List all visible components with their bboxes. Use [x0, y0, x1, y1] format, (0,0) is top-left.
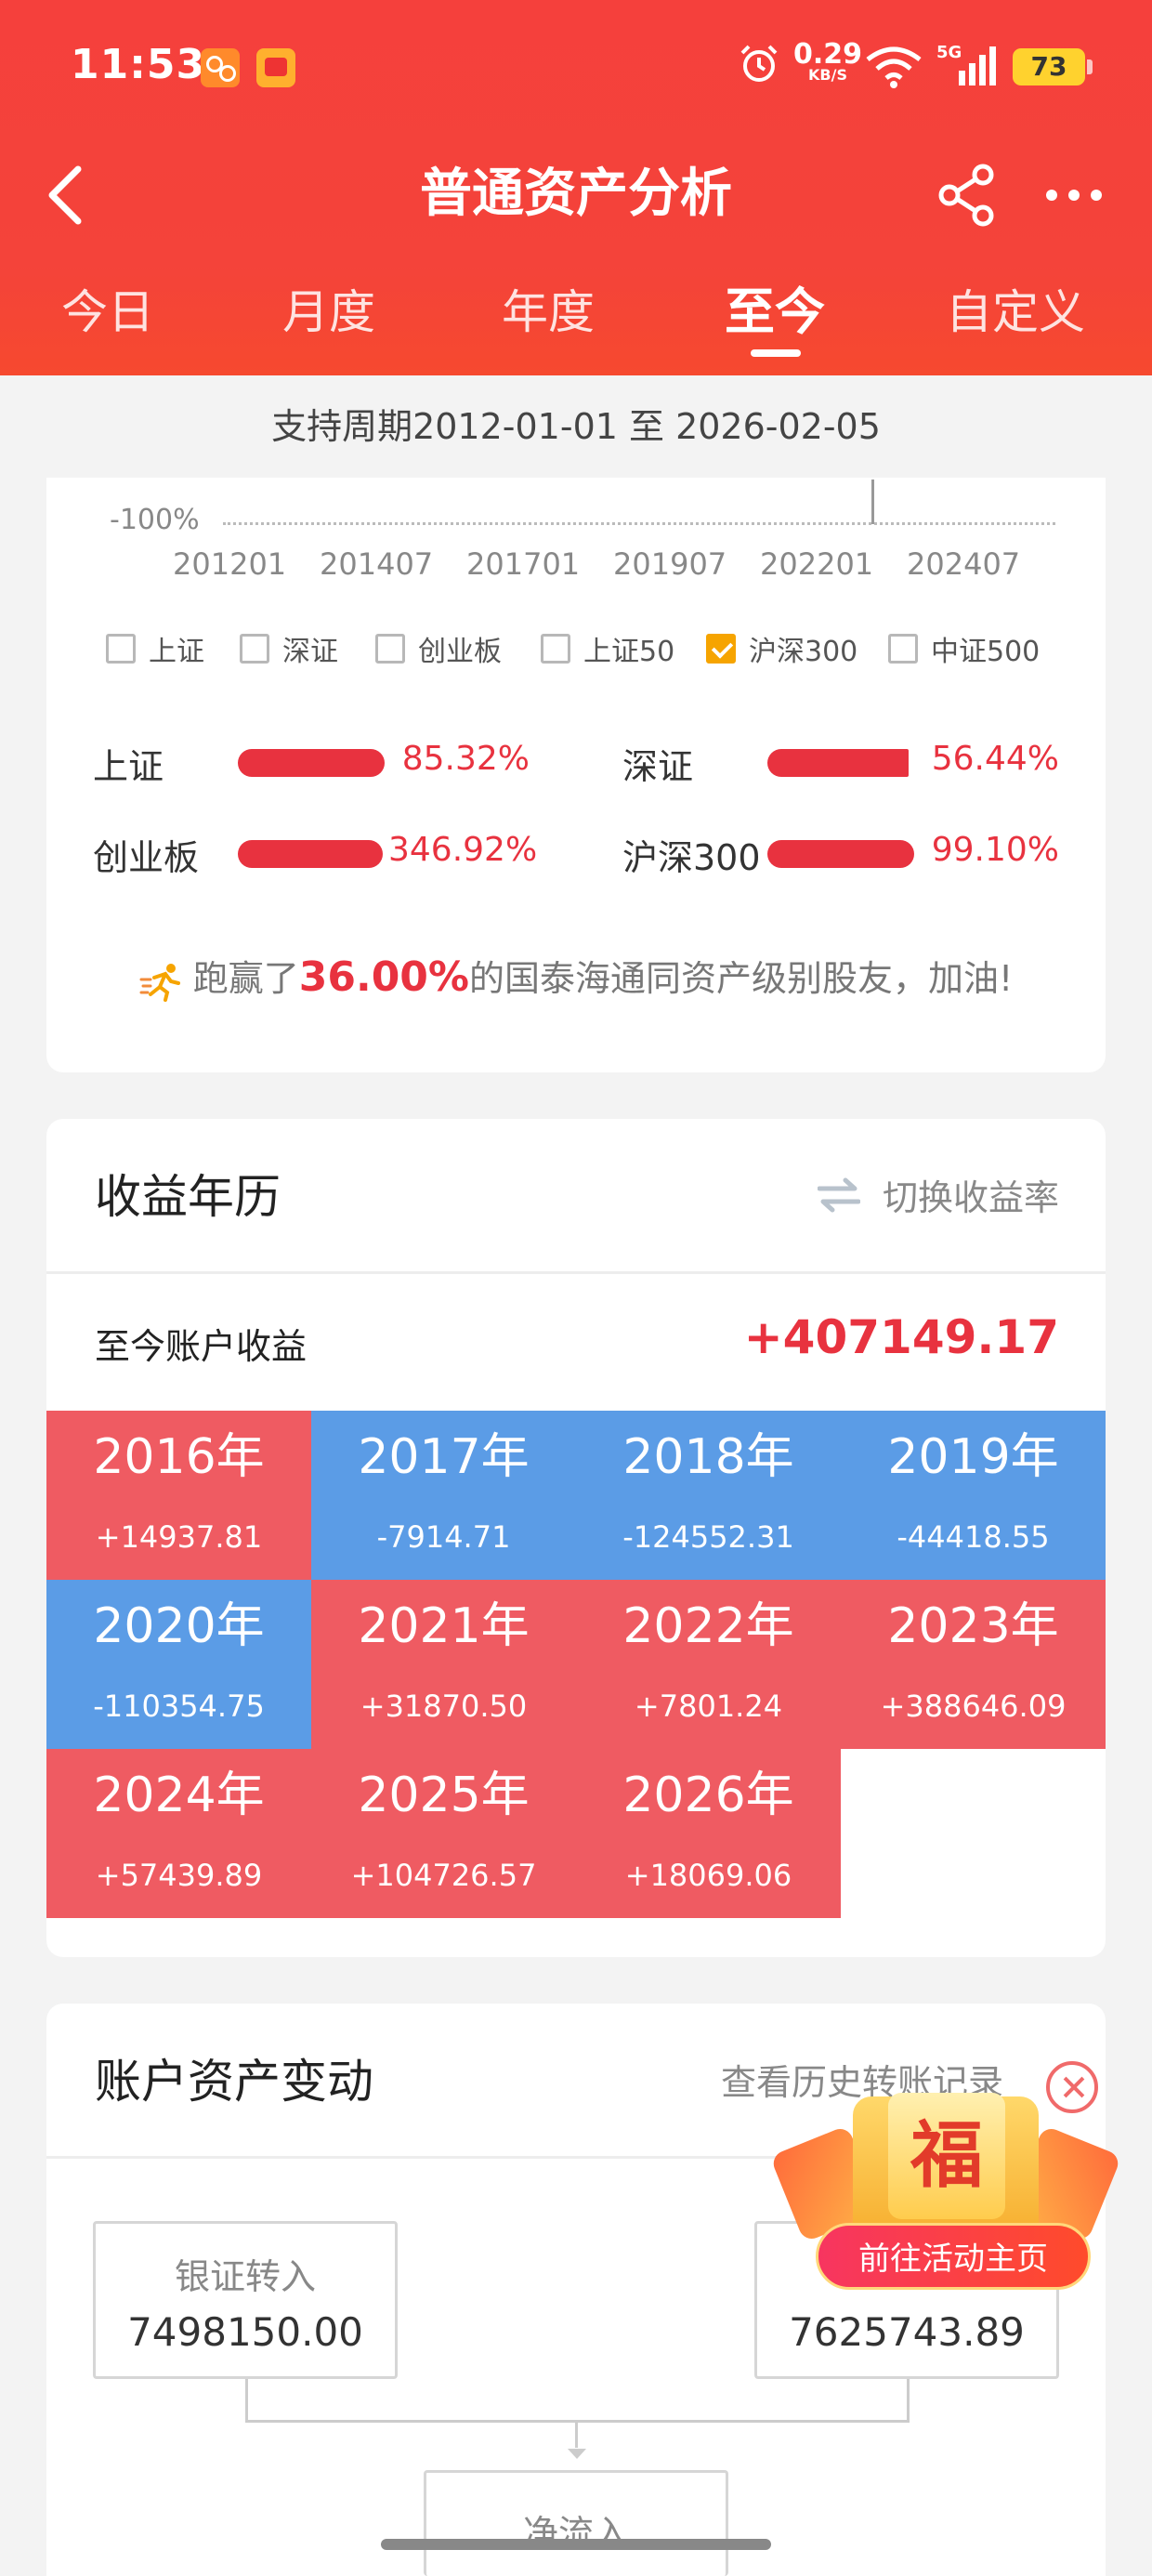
beat-peers-message: 跑赢了36.00%的国泰海通同资产级别股友，加油!: [0, 950, 1152, 1002]
calendar-title: 收益年历: [95, 1170, 281, 1224]
go-activity-button[interactable]: 前往活动主页: [816, 2223, 1091, 2290]
chart-x-tick: 201701: [466, 546, 581, 582]
top-header: 11:53 0.29 KB/S 5G 73 普通资产分析 今日 月度 年度 至今…: [0, 0, 1152, 375]
legend-item-chinext[interactable]: 创业板: [375, 628, 502, 669]
year-cell[interactable]: 2018年 -124552.31: [576, 1411, 841, 1580]
year-cell[interactable]: 2020年 -110354.75: [46, 1580, 311, 1749]
total-profit-label: 至今账户收益: [95, 1326, 308, 1367]
net-inflow-box: 净流入: [424, 2470, 728, 2576]
checkbox[interactable]: [106, 634, 136, 664]
year-cell[interactable]: 2024年 +57439.89: [46, 1749, 311, 1918]
index-return-bar: [767, 840, 914, 868]
chart-x-tick: 202201: [760, 546, 874, 582]
tab-monthly[interactable]: 月度: [282, 283, 375, 342]
index-return-value: 56.44%: [931, 740, 1059, 778]
index-return-bar: [238, 749, 385, 777]
legend-item-shenzhen[interactable]: 深证: [240, 628, 338, 669]
profit-calendar-card: 收益年历 切换收益率 至今账户收益 +407149.17 2016年 +14937…: [46, 1119, 1106, 1957]
close-icon[interactable]: [1046, 2061, 1098, 2113]
share-icon[interactable]: [933, 162, 1000, 229]
index-return-bar: [238, 840, 383, 868]
year-cell[interactable]: 2017年 -7914.71: [311, 1411, 576, 1580]
switch-arrows-icon: [817, 1177, 860, 1212]
status-bar: 11:53 0.29 KB/S 5G 73: [0, 0, 1152, 139]
year-cell[interactable]: 2019年 -44418.55: [841, 1411, 1106, 1580]
status-time: 11:53: [71, 41, 206, 88]
tab-active-indicator: [751, 349, 801, 357]
year-cell[interactable]: 2026年 +18069.06: [576, 1749, 841, 1918]
index-return-value: 346.92%: [388, 831, 538, 869]
year-cell[interactable]: 2021年 +31870.50: [311, 1580, 576, 1749]
legend-item-csi500[interactable]: 中证500: [888, 628, 1040, 669]
chart-x-tick: 201907: [613, 546, 727, 582]
chart-cursor-line: [871, 480, 874, 524]
connector-line: [575, 2420, 578, 2448]
transfer-in-label: 银证转入: [174, 2256, 316, 2297]
chart-x-tick: 201201: [173, 546, 287, 582]
legend-item-shanghai[interactable]: 上证: [106, 628, 204, 669]
red-envelope-icon: [256, 48, 295, 87]
chart-baseline: [223, 522, 1055, 525]
wifi-icon: [866, 46, 922, 88]
arrow-down-icon: [568, 2449, 586, 2459]
index-name: 创业板: [93, 837, 200, 878]
index-return-value: 85.32%: [401, 740, 530, 778]
activity-promo-float[interactable]: 福 前往活动主页: [769, 2059, 1122, 2301]
checkbox[interactable]: [888, 634, 918, 664]
tab-yearly[interactable]: 年度: [502, 283, 595, 342]
period-tabs: 今日 月度 年度 至今 自定义: [0, 279, 1152, 375]
year-cell[interactable]: 2022年 +7801.24: [576, 1580, 841, 1749]
net-speed: 0.29 KB/S: [793, 38, 863, 84]
tab-custom[interactable]: 自定义: [946, 283, 1085, 342]
chart-y-tick: -100%: [110, 504, 200, 536]
home-indicator[interactable]: [381, 2539, 771, 2550]
alarm-icon: [740, 45, 778, 82]
index-name: 深证: [622, 746, 694, 787]
running-man-icon: [139, 963, 180, 1002]
total-profit-value: +407149.17: [743, 1310, 1059, 1364]
year-cell[interactable]: 2023年 +388646.09: [841, 1580, 1106, 1749]
year-cell[interactable]: 2016年 +14937.81: [46, 1411, 311, 1580]
transfer-in-box: 银证转入 7498150.00: [93, 2221, 398, 2379]
asset-change-title: 账户资产变动: [95, 2055, 373, 2109]
checkbox[interactable]: [240, 634, 269, 664]
year-cell[interactable]: 2025年 +104726.57: [311, 1749, 576, 1918]
divider: [46, 1271, 1106, 1274]
switch-rate-button[interactable]: 切换收益率: [817, 1169, 1059, 1220]
index-name: 沪深300: [622, 837, 761, 878]
tab-today[interactable]: 今日: [61, 283, 154, 342]
supported-period: 支持周期2012-01-01 至 2026-02-05: [0, 375, 1152, 478]
checkbox[interactable]: [375, 634, 405, 664]
legend-item-sse50[interactable]: 上证50: [541, 628, 674, 669]
chart-x-tick: 202407: [907, 546, 1021, 582]
checkbox[interactable]: [541, 634, 570, 664]
tab-to-date[interactable]: 至今: [725, 283, 825, 342]
app-notification-icon: [201, 48, 240, 87]
connector-line: [907, 2379, 910, 2422]
connector-line: [245, 2379, 248, 2422]
chart-x-tick: 201407: [320, 546, 434, 582]
legend-item-csi300[interactable]: 沪深300: [706, 628, 857, 669]
index-name: 上证: [93, 746, 164, 787]
transfer-out-value: 7625743.89: [789, 2309, 1025, 2355]
fortune-badge-icon: 福: [888, 2093, 1005, 2219]
more-icon[interactable]: [1041, 162, 1107, 229]
checkbox-checked[interactable]: [706, 634, 736, 664]
transfer-in-value: 7498150.00: [127, 2309, 363, 2355]
index-return-bar: [767, 749, 909, 777]
cellular-signal-icon: 5G: [936, 43, 1001, 89]
index-return-value: 99.10%: [931, 831, 1059, 869]
battery-indicator: 73: [1013, 48, 1093, 85]
nav-bar: 普通资产分析: [0, 139, 1152, 251]
